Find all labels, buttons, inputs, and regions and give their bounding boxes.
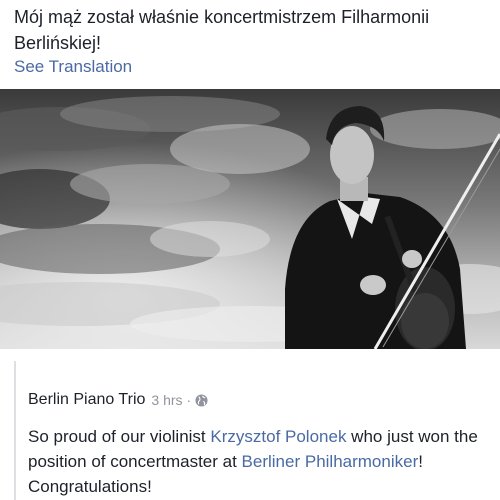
post-message-line2: Berlińskiej! (14, 33, 102, 53)
page-name-link[interactable]: Berlin Piano Trio (28, 391, 145, 409)
post-time[interactable]: 3 hrs (151, 392, 182, 408)
see-translation-link[interactable]: See Translation (14, 56, 132, 78)
separator-dot: · (186, 392, 192, 408)
violinist-photo[interactable] (0, 89, 500, 349)
body-part1: So proud of our violinist (28, 427, 211, 446)
post-message-line1: Mój mąż został właśnie koncertmistrzem F… (14, 7, 430, 27)
shared-post-body: So proud of our violinist Krzysztof Polo… (28, 424, 494, 499)
mention-berliner-philharmoniker[interactable]: Berliner Philharmoniker (242, 452, 419, 471)
globe-icon (195, 393, 208, 407)
shared-post-header: Berlin Piano Trio 3 hrs · (28, 388, 208, 412)
post-message: Mój mąż został właśnie koncertmistrzem F… (14, 4, 494, 56)
quote-bar (14, 361, 16, 500)
mention-krzysztof-polonek[interactable]: Krzysztof Polonek (210, 427, 346, 446)
